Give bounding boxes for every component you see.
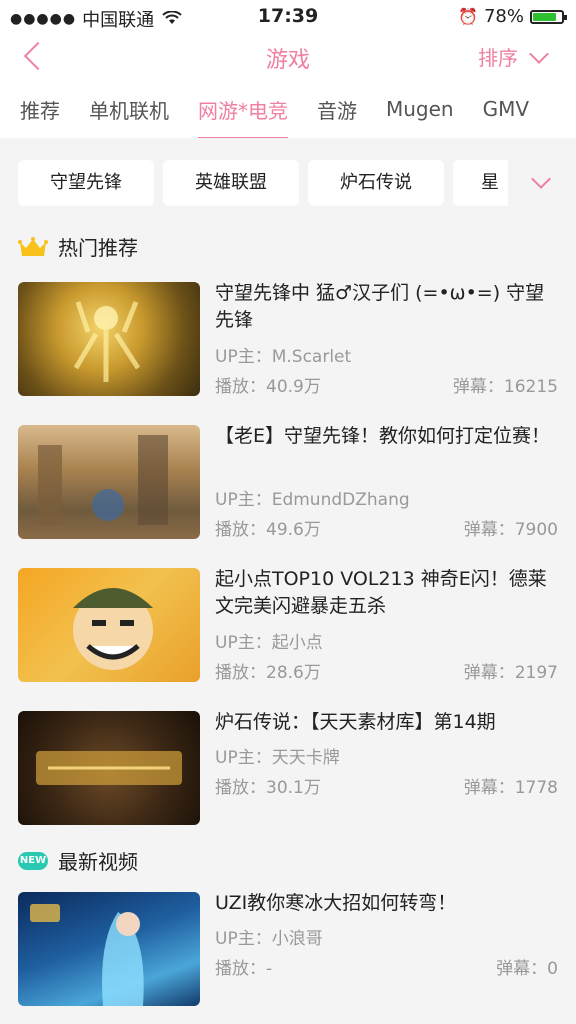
uploader-name: EdmundDZhang xyxy=(271,490,410,510)
nav-bar: 游戏 排序 xyxy=(0,32,576,80)
danmaku-label: 弹幕： xyxy=(452,377,504,397)
tab-online-esports[interactable]: 网游*电竞 xyxy=(198,95,288,140)
tab-single-multi[interactable]: 单机联机 xyxy=(89,95,169,124)
plays-value: 49.6万 xyxy=(266,520,321,540)
status-right: ⏰ 78% xyxy=(458,6,567,27)
plays-value: - xyxy=(266,959,273,979)
hot-section-header: 热门推荐 xyxy=(18,232,138,261)
plays-value: 30.1万 xyxy=(266,778,321,798)
danmaku-value: 7900 xyxy=(514,520,558,540)
video-title[interactable]: UZI教你寒冰大招如何转弯！ xyxy=(215,890,558,917)
video-item[interactable]: 守望先锋中 猛♂汉子们 (=•ω•=) 守望先锋 UP主：M.Scarlet 播… xyxy=(18,280,558,397)
plays-label: 播放： xyxy=(215,959,266,979)
plays-label: 播放： xyxy=(215,778,266,798)
new-badge-icon: NEW xyxy=(18,851,48,870)
battery-fill xyxy=(533,12,557,21)
video-uploader: UP主：小浪哥 xyxy=(215,924,323,949)
video-title[interactable]: 【老E】守望先锋！教你如何打定位赛！ xyxy=(215,423,558,450)
video-uploader: UP主：起小点 xyxy=(215,628,323,653)
video-danmaku: 弹幕：2197 xyxy=(464,658,558,683)
video-title[interactable]: 起小点TOP10 VOL213 神奇E闪！德莱文完美闪避暴走五杀 xyxy=(215,566,558,620)
danmaku-value: 16215 xyxy=(503,377,558,397)
video-danmaku: 弹幕：7900 xyxy=(464,515,558,540)
video-danmaku: 弹幕：0 xyxy=(496,954,558,979)
chip-lol[interactable]: 英雄联盟 xyxy=(163,160,299,206)
danmaku-label: 弹幕： xyxy=(463,778,515,798)
video-plays: 播放：- xyxy=(215,954,272,979)
chevron-down-icon xyxy=(529,43,549,64)
plays-value: 28.6万 xyxy=(266,663,321,683)
video-danmaku: 弹幕：16215 xyxy=(453,372,558,397)
video-plays: 播放：30.1万 xyxy=(215,773,321,798)
video-danmaku: 弹幕：1778 xyxy=(464,773,558,798)
danmaku-value: 2197 xyxy=(514,663,558,683)
video-item[interactable]: UZI教你寒冰大招如何转弯！ UP主：小浪哥 播放：- 弹幕：0 xyxy=(18,892,558,1006)
video-uploader: UP主：天天卡牌 xyxy=(215,743,340,768)
uploader-label: UP主： xyxy=(215,748,272,768)
video-info: 守望先锋中 猛♂汉子们 (=•ω•=) 守望先锋 UP主：M.Scarlet 播… xyxy=(215,280,558,397)
crown-icon xyxy=(18,236,48,256)
video-item[interactable]: 炉石传说：【天天素材库】第14期 UP主：天天卡牌 播放：30.1万 弹幕：17… xyxy=(18,711,558,825)
video-info: 【老E】守望先锋！教你如何打定位赛！ UP主：EdmundDZhang 播放：4… xyxy=(215,423,558,540)
battery-icon xyxy=(530,9,567,24)
sort-button[interactable]: 排序 xyxy=(478,42,549,71)
danmaku-label: 弹幕： xyxy=(463,663,515,683)
plays-label: 播放： xyxy=(215,663,266,683)
video-thumbnail[interactable] xyxy=(18,711,200,825)
category-tabs: 推荐 单机联机 网游*电竞 音游 Mugen GMV xyxy=(0,80,576,140)
tab-music-games[interactable]: 音游 xyxy=(317,95,357,124)
tab-gmv[interactable]: GMV xyxy=(483,97,529,121)
sort-label: 排序 xyxy=(478,46,518,70)
chip-overwatch[interactable]: 守望先锋 xyxy=(18,160,154,206)
status-bar: ●●●●● 中国联通 17:39 ⏰ 78% xyxy=(0,0,576,32)
video-thumbnail[interactable] xyxy=(18,568,200,682)
danmaku-value: 0 xyxy=(547,959,558,979)
video-thumbnail[interactable] xyxy=(18,282,200,396)
chip-more-game[interactable]: 星 xyxy=(453,160,508,206)
uploader-label: UP主： xyxy=(215,490,272,510)
uploader-name: 天天卡牌 xyxy=(271,748,340,768)
tab-recommend[interactable]: 推荐 xyxy=(20,95,60,124)
video-info: UZI教你寒冰大招如何转弯！ UP主：小浪哥 播放：- 弹幕：0 xyxy=(215,892,558,1006)
content-area: 守望先锋 英雄联盟 炉石传说 星 热门推荐 守望先锋中 猛♂汉子们 (=•ω•=… xyxy=(0,138,576,1024)
game-filter-chips: 守望先锋 英雄联盟 炉石传说 星 xyxy=(18,160,508,206)
uploader-label: UP主： xyxy=(215,347,272,367)
video-uploader: UP主：EdmundDZhang xyxy=(215,485,410,510)
uploader-label: UP主： xyxy=(215,633,272,653)
video-item[interactable]: 起小点TOP10 VOL213 神奇E闪！德莱文完美闪避暴走五杀 UP主：起小点… xyxy=(18,566,558,683)
new-section-title: 最新视频 xyxy=(58,850,138,874)
new-section-header: NEW 最新视频 xyxy=(18,846,138,875)
video-plays: 播放：49.6万 xyxy=(215,515,321,540)
video-thumbnail[interactable] xyxy=(18,892,200,1006)
danmaku-label: 弹幕： xyxy=(463,520,515,540)
danmaku-label: 弹幕： xyxy=(496,959,548,979)
uploader-label: UP主： xyxy=(215,929,272,949)
uploader-name: 小浪哥 xyxy=(271,929,323,949)
uploader-name: M.Scarlet xyxy=(271,347,352,367)
video-info: 炉石传说：【天天素材库】第14期 UP主：天天卡牌 播放：30.1万 弹幕：17… xyxy=(215,711,558,825)
video-thumbnail[interactable] xyxy=(18,425,200,539)
alarm-icon: ⏰ xyxy=(458,7,478,26)
uploader-name: 起小点 xyxy=(271,633,323,653)
video-title[interactable]: 守望先锋中 猛♂汉子们 (=•ω•=) 守望先锋 xyxy=(215,280,558,334)
video-plays: 播放：28.6万 xyxy=(215,658,321,683)
plays-value: 40.9万 xyxy=(266,377,321,397)
plays-label: 播放： xyxy=(215,377,266,397)
video-uploader: UP主：M.Scarlet xyxy=(215,342,351,367)
danmaku-value: 1778 xyxy=(514,778,558,798)
battery-percent: 78% xyxy=(483,6,524,27)
video-title[interactable]: 炉石传说：【天天素材库】第14期 xyxy=(215,709,558,736)
video-item[interactable]: 【老E】守望先锋！教你如何打定位赛！ UP主：EdmundDZhang 播放：4… xyxy=(18,423,558,540)
plays-label: 播放： xyxy=(215,520,266,540)
hot-section-title: 热门推荐 xyxy=(58,236,138,260)
tab-mugen[interactable]: Mugen xyxy=(386,97,454,121)
video-info: 起小点TOP10 VOL213 神奇E闪！德莱文完美闪避暴走五杀 UP主：起小点… xyxy=(215,566,558,683)
video-plays: 播放：40.9万 xyxy=(215,372,321,397)
chip-hearthstone[interactable]: 炉石传说 xyxy=(308,160,444,206)
expand-chips-icon[interactable] xyxy=(531,169,551,189)
